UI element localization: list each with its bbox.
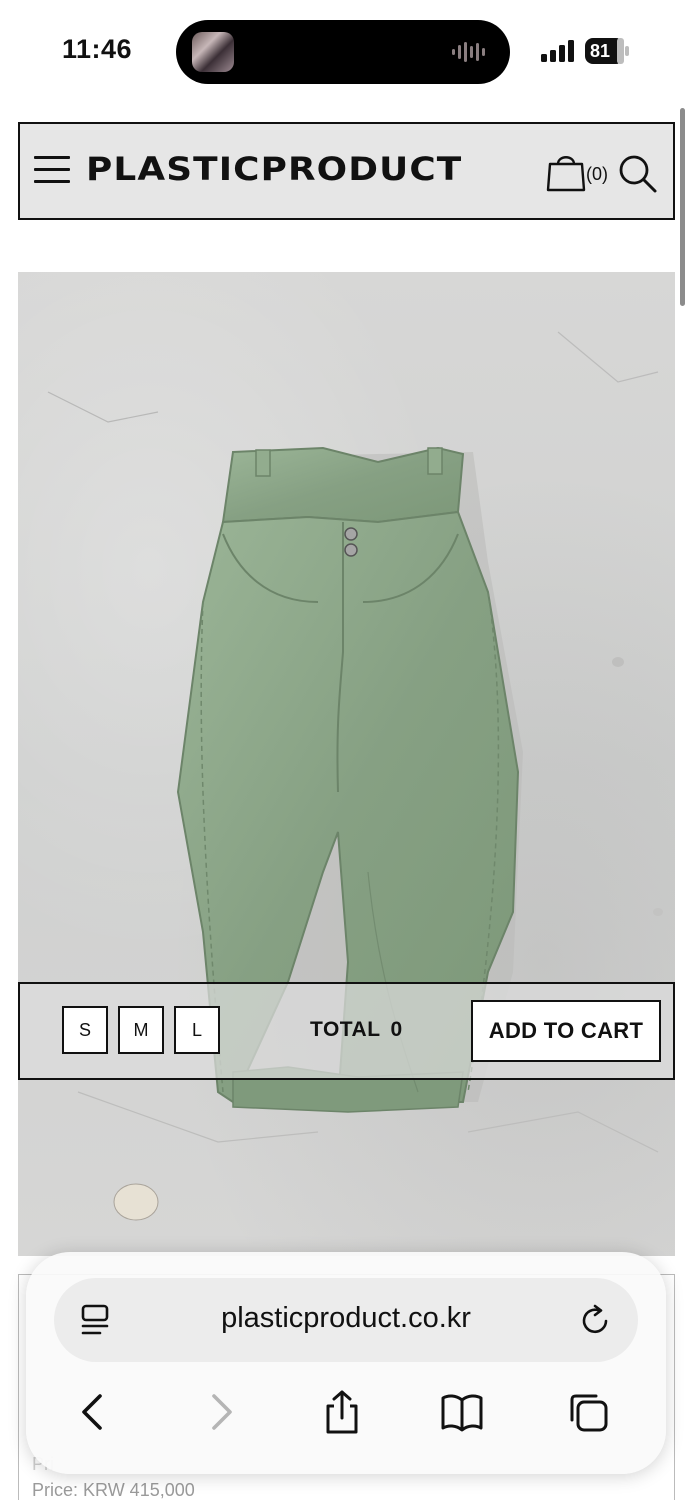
status-bar: 11:46 81 [0,0,692,100]
search-icon[interactable] [618,154,658,194]
forward-icon[interactable] [198,1390,242,1434]
size-l-button[interactable]: L [174,1006,220,1054]
add-to-cart-button[interactable]: ADD TO CART [471,1000,661,1062]
site-header: PLASTICPRODUCT (0) [18,122,675,220]
reload-icon[interactable] [580,1304,612,1338]
url-text[interactable]: plasticproduct.co.kr [54,1302,638,1335]
status-time: 11:46 [62,34,133,64]
bookmarks-icon[interactable] [440,1390,484,1434]
purchase-bar: S M L TOTAL 0 ADD TO CART [18,982,675,1080]
total-display: TOTAL 0 [310,1018,403,1042]
share-icon[interactable] [320,1390,364,1434]
shopping-bag-icon[interactable] [546,152,586,192]
battery-indicator: 81 [585,38,629,64]
browser-toolbar: plasticproduct.co.kr [26,1252,666,1474]
green-jeans-image [47,331,663,1221]
hamburger-menu-icon[interactable] [34,156,70,186]
total-label: TOTAL [310,1018,381,1041]
tabs-icon[interactable] [566,1390,610,1434]
size-s-button[interactable]: S [62,1006,108,1054]
now-playing-artwork [192,32,234,72]
cart-count[interactable]: (0) [586,164,608,185]
dynamic-island[interactable] [176,20,510,84]
audio-waveform-icon [452,42,485,62]
scroll-indicator[interactable] [680,108,685,306]
product-price: Price: KRW 415,000 [32,1480,195,1500]
address-bar[interactable]: plasticproduct.co.kr [54,1278,638,1362]
back-icon[interactable] [72,1390,116,1434]
battery-level: 81 [590,41,611,61]
cellular-signal-icon [541,40,574,62]
site-logo[interactable]: PLASTICPRODUCT [86,150,462,188]
product-image[interactable] [18,272,675,1256]
size-m-button[interactable]: M [118,1006,164,1054]
total-value: 0 [390,1018,403,1041]
